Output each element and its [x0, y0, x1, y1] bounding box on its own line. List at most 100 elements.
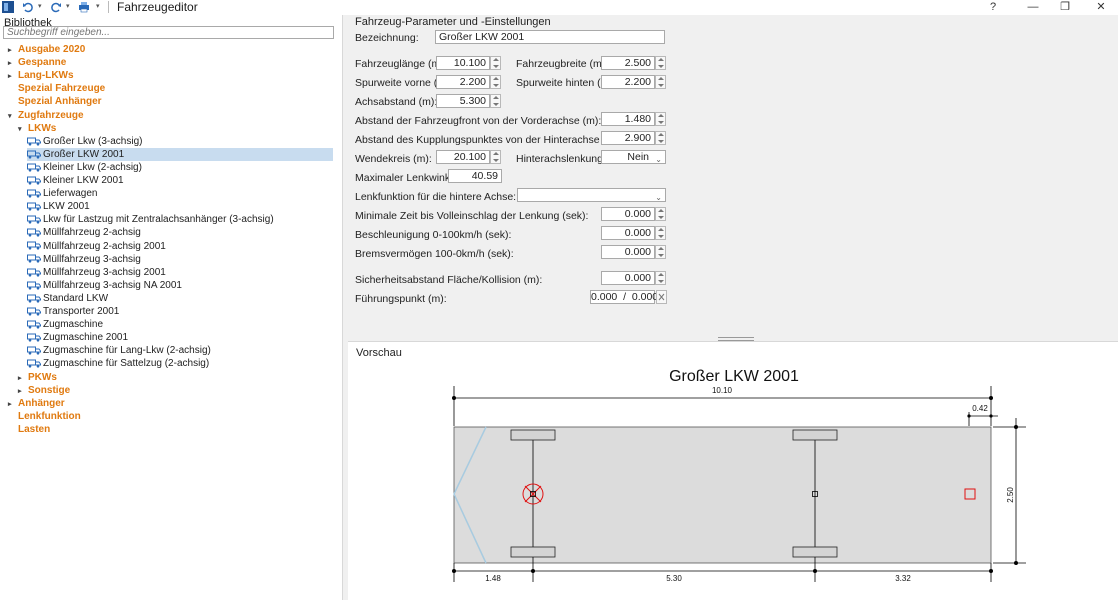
- collapsed-arrow-icon[interactable]: ▸: [8, 398, 18, 411]
- beschleunigung-spinner[interactable]: [655, 226, 666, 240]
- tree-label: Großer Lkw (3-achsig): [43, 135, 143, 147]
- tree-label: PKWs: [28, 371, 57, 383]
- close-button[interactable]: ✕: [1086, 0, 1116, 15]
- tree-item[interactable]: Kleiner LKW 2001: [27, 174, 124, 187]
- tree-item[interactable]: Kleiner Lkw (2-achsig): [27, 161, 142, 174]
- tree-category[interactable]: Spezial Fahrzeuge: [8, 82, 105, 95]
- tree-item[interactable]: Standard LKW: [27, 292, 108, 305]
- length-dim-dot-left: [452, 396, 456, 400]
- collapsed-arrow-icon[interactable]: ▸: [8, 70, 18, 83]
- tree-item[interactable]: Transporter 2001: [27, 305, 119, 318]
- tree-label: Transporter 2001: [43, 306, 120, 317]
- collapsed-arrow-icon[interactable]: ▸: [18, 372, 28, 385]
- sicherheit-field[interactable]: 0.000: [601, 271, 655, 285]
- min-zeit-field[interactable]: 0.000: [601, 207, 655, 221]
- min-zeit-spinner[interactable]: [655, 207, 666, 221]
- abstand-front-field[interactable]: 1.480: [601, 112, 655, 126]
- maximize-button[interactable]: ❐: [1050, 0, 1080, 15]
- tree-category[interactable]: ▸ Sonstige: [18, 384, 70, 397]
- undo-icon[interactable]: [22, 1, 34, 13]
- fuehrung-label: Führungspunkt (m):: [355, 293, 447, 305]
- abstand-kupplung-label: Abstand des Kupplungspunktes von der Hin…: [355, 134, 622, 146]
- lenkfunktion-select[interactable]: ⌄: [517, 188, 666, 202]
- bremsen-field[interactable]: 0.000: [601, 245, 655, 259]
- tree-item[interactable]: Zugmaschine 2001: [27, 331, 128, 344]
- achsabstand-spinner[interactable]: [490, 94, 501, 108]
- tree-item[interactable]: Lkw für Lastzug mit Zentralachsanhänger …: [27, 213, 274, 226]
- length-dimension-text: 10.10: [712, 386, 733, 395]
- tree-label: Lkw für Lastzug mit Zentralachsanhänger …: [43, 214, 274, 226]
- expanded-arrow-icon[interactable]: ▾: [18, 123, 28, 136]
- spur-hinten-spinner[interactable]: [655, 75, 666, 89]
- fuehrung-field[interactable]: 0.000 / 0.000: [590, 290, 658, 304]
- tree-category[interactable]: Spezial Anhänger: [8, 95, 102, 108]
- laenge-spinner[interactable]: [490, 56, 501, 70]
- tree-item[interactable]: Müllfahrzeug 2-achsig 2001: [27, 240, 166, 253]
- redo-icon[interactable]: [50, 1, 62, 13]
- tree-item[interactable]: Müllfahrzeug 3-achsig 2001: [27, 266, 166, 279]
- abstand-front-spinner[interactable]: [655, 112, 666, 126]
- spur-hinten-field[interactable]: 2.200: [601, 75, 655, 89]
- tree-item[interactable]: Müllfahrzeug 3-achsig NA 2001: [27, 279, 182, 292]
- tree-item[interactable]: Müllfahrzeug 2-achsig: [27, 226, 141, 239]
- tree-item[interactable]: Lieferwagen: [27, 187, 97, 200]
- rear-overhang-dot-left: [967, 414, 971, 418]
- min-zeit-label: Minimale Zeit bis Volleinschlag der Lenk…: [355, 210, 589, 222]
- undo-dropdown-icon[interactable]: ▾: [38, 2, 42, 10]
- horizontal-splitter[interactable]: [348, 333, 1118, 342]
- preview-title: Großer LKW 2001: [669, 368, 799, 385]
- tree-category[interactable]: ▾ LKWs: [18, 122, 56, 135]
- help-button[interactable]: ?: [978, 0, 1008, 15]
- tree-label: Spezial Anhänger: [18, 96, 102, 108]
- spur-vorne-spinner[interactable]: [490, 75, 501, 89]
- tree-category[interactable]: ▸ Anhänger: [8, 397, 65, 410]
- spur-vorne-field[interactable]: 2.200: [436, 75, 490, 89]
- breite-spinner[interactable]: [655, 56, 666, 70]
- sicherheit-spinner[interactable]: [655, 271, 666, 285]
- bezeichnung-field[interactable]: Großer LKW 2001: [435, 30, 665, 44]
- quick-access-dropdown-icon[interactable]: ▾: [96, 2, 100, 10]
- wendekreis-field[interactable]: 20.100: [436, 150, 490, 164]
- tree-item[interactable]: LKW 2001: [27, 200, 90, 213]
- search-input[interactable]: [3, 26, 334, 39]
- rear-section-dimension-text: 3.32: [895, 574, 911, 583]
- parameters-section-title: Fahrzeug-Parameter und -Einstellungen: [355, 16, 551, 28]
- splitter-grip[interactable]: [718, 337, 754, 341]
- minimize-button[interactable]: —: [1018, 0, 1048, 15]
- collapsed-arrow-icon[interactable]: ▸: [8, 44, 18, 57]
- truck-icon: [27, 333, 41, 342]
- achsabstand-field[interactable]: 5.300: [436, 94, 490, 108]
- tree-category[interactable]: ▸ PKWs: [18, 371, 57, 384]
- tree-category[interactable]: ▾ Zugfahrzeuge: [8, 109, 84, 122]
- laenge-field[interactable]: 10.100: [436, 56, 490, 70]
- collapsed-arrow-icon[interactable]: ▸: [18, 385, 28, 398]
- tree-category[interactable]: Lasten: [8, 423, 50, 436]
- redo-dropdown-icon[interactable]: ▾: [66, 2, 70, 10]
- tree-label: Gespanne: [18, 57, 67, 69]
- tree-item[interactable]: Zugmaschine für Lang-Lkw (2-achsig): [27, 344, 211, 357]
- tree-item[interactable]: Müllfahrzeug 3-achsig: [27, 253, 141, 266]
- tree-category[interactable]: ▸ Ausgabe 2020: [8, 43, 85, 56]
- breite-field[interactable]: 2.500: [601, 56, 655, 70]
- truck-icon: [27, 202, 41, 211]
- tree-item[interactable]: Großer LKW 2001: [27, 147, 333, 161]
- tree-item[interactable]: Großer Lkw (3-achsig): [27, 135, 142, 148]
- wendekreis-spinner[interactable]: [490, 150, 501, 164]
- tree-category[interactable]: Lenkfunktion: [8, 410, 81, 423]
- fuehrung-pick-icon[interactable]: [656, 290, 667, 304]
- collapsed-arrow-icon[interactable]: ▸: [8, 57, 18, 70]
- abstand-front-label: Abstand der Fahrzeugfront von der Vorder…: [355, 115, 602, 127]
- abstand-kupplung-field[interactable]: 2.900: [601, 131, 655, 145]
- tree-category[interactable]: ▸ Lang-LKWs: [8, 69, 74, 82]
- tree-item[interactable]: Zugmaschine: [27, 318, 103, 331]
- tree-category[interactable]: ▸ Gespanne: [8, 56, 66, 69]
- hinterachslenkung-select[interactable]: Nein ⌄: [601, 150, 666, 164]
- print-icon[interactable]: [78, 1, 90, 13]
- tree-item[interactable]: Zugmaschine für Sattelzug (2-achsig): [27, 357, 209, 370]
- lenkwinkel-field[interactable]: 40.59: [448, 169, 502, 183]
- beschleunigung-field[interactable]: 0.000: [601, 226, 655, 240]
- bremsen-spinner[interactable]: [655, 245, 666, 259]
- truck-icon: [27, 281, 41, 290]
- abstand-kupplung-spinner[interactable]: [655, 131, 666, 145]
- expanded-arrow-icon[interactable]: ▾: [8, 110, 18, 123]
